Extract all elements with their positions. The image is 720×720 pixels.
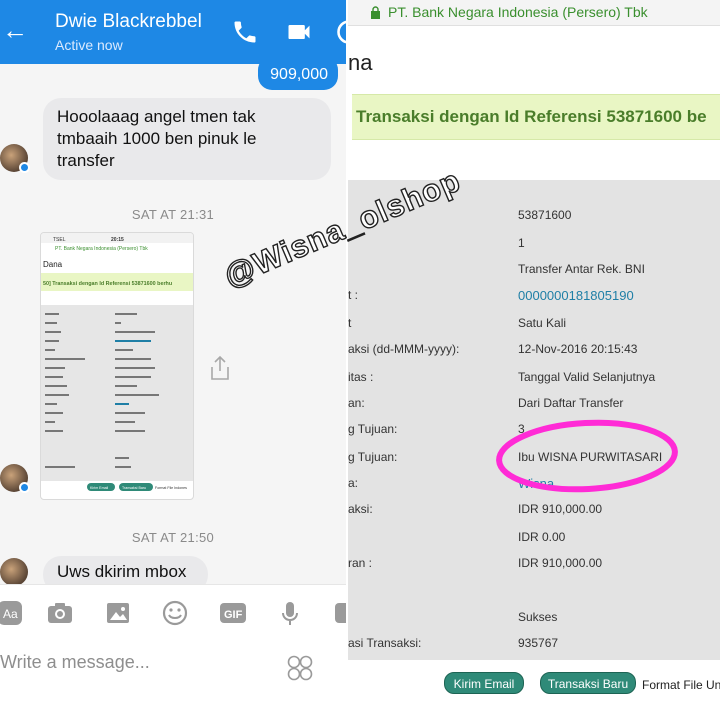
- address-bar[interactable]: PT. Bank Negara Indonesia (Persero) Tbk: [348, 0, 720, 26]
- screenshot-collage: ← Dwie Blackrebbel Active now 909,000 Ho…: [0, 0, 720, 720]
- action-bar: Kirim Email Transaksi Baru Format File U…: [348, 660, 720, 720]
- info-icon[interactable]: [334, 18, 346, 46]
- messenger-badge-icon: [19, 482, 30, 493]
- thumb-band: 50] Transaksi dengan Id Referensi 538716…: [43, 281, 172, 287]
- message-input[interactable]: Write a message...: [0, 652, 150, 673]
- avatar: [0, 558, 28, 584]
- incoming-message[interactable]: Uws dkirim mbox: [43, 556, 208, 584]
- detail-value[interactable]: 0000000181805190: [518, 288, 634, 303]
- active-status: Active now: [55, 37, 123, 53]
- detail-value: 935767: [518, 636, 559, 650]
- detail-value: 1: [518, 236, 525, 250]
- messenger-badge-icon: [19, 162, 30, 173]
- svg-text:Aa: Aa: [3, 607, 18, 621]
- detail-label: asi Transaksi:: [348, 636, 422, 650]
- transaksi-baru-button[interactable]: Transaksi Baru: [540, 672, 636, 694]
- detail-value: Sukses: [518, 610, 558, 624]
- detail-value: Transfer Antar Rek. BNI: [518, 262, 645, 276]
- transaction-title-band: Transaksi dengan Id Referensi 53871600 b…: [352, 94, 720, 140]
- detail-label: ran :: [348, 556, 373, 570]
- detail-label: itas :: [348, 370, 374, 384]
- phone-icon[interactable]: [230, 18, 260, 46]
- transaction-title: Transaksi dengan Id Referensi 53871600 b…: [356, 107, 707, 126]
- svg-text:GIF: GIF: [224, 609, 243, 621]
- detail-label: aksi:: [348, 502, 373, 516]
- contact-name[interactable]: Dwie Blackrebbel: [55, 11, 202, 33]
- detail-label: t: [348, 316, 352, 330]
- timestamp: SAT AT 21:31: [131, 207, 215, 222]
- lock-icon: [371, 6, 380, 19]
- avatar: [0, 464, 30, 493]
- messenger-panel: ← Dwie Blackrebbel Active now 909,000 Ho…: [0, 0, 346, 720]
- page-heading: na: [348, 50, 373, 75]
- timestamp: SAT AT 21:50: [131, 530, 215, 545]
- sticker-icon[interactable]: [286, 655, 314, 681]
- avatar: [0, 144, 30, 173]
- format-file-label: Format File Und: [642, 678, 720, 692]
- thumb-url: PT. Bank Negara Indonesia (Persero) Tbk: [55, 246, 148, 252]
- detail-value: Tanggal Valid Selanjutnya: [518, 370, 656, 384]
- detail-value: Satu Kali: [518, 316, 567, 330]
- chat-header: ← Dwie Blackrebbel Active now: [0, 0, 346, 64]
- gif-icon[interactable]: GIF: [219, 599, 247, 627]
- detail-value: IDR 0.00: [518, 530, 566, 544]
- share-icon[interactable]: [208, 354, 232, 382]
- conversation: 909,000 Hooolaaag angel tmen tak tmbaaih…: [0, 64, 346, 584]
- image-icon[interactable]: [104, 599, 132, 627]
- detail-value: IDR 910,000.00: [518, 502, 603, 516]
- kirim-email-button[interactable]: Kirim Email: [444, 672, 524, 694]
- text-format-icon[interactable]: Aa: [0, 599, 24, 627]
- detail-label: an:: [348, 396, 365, 410]
- thumb-transaksi-baru: Transaksi Baru: [122, 486, 146, 490]
- detail-value: 12-Nov-2016 20:15:43: [518, 342, 638, 356]
- camera-icon[interactable]: [46, 599, 74, 627]
- thumb-format: Format File Indones: [155, 486, 187, 490]
- detail-value: 53871600: [518, 208, 572, 222]
- video-camera-icon[interactable]: [284, 18, 314, 46]
- detail-label: t :: [348, 288, 359, 302]
- detail-label: a:: [348, 476, 359, 490]
- detail-value: Dari Daftar Transfer: [518, 396, 624, 410]
- attachment-thumbnail: TSEL 20:15 PT. Bank Negara Indonesia (Pe…: [41, 233, 193, 491]
- more-icon[interactable]: [330, 599, 346, 627]
- outgoing-message[interactable]: 909,000: [258, 64, 338, 90]
- highlight-circle: [496, 419, 678, 493]
- mic-icon[interactable]: [276, 599, 304, 627]
- thumb-heading: Dana: [43, 260, 63, 269]
- detail-label: g Tujuan:: [348, 422, 398, 436]
- thumb-kirim-email: Kirim Email: [90, 486, 108, 490]
- thumb-carrier: TSEL: [53, 237, 66, 243]
- detail-value: IDR 910,000.00: [518, 556, 603, 570]
- thumb-time: 20:15: [111, 237, 124, 243]
- bank-receipt-panel: PT. Bank Negara Indonesia (Persero) Tbk …: [346, 0, 720, 720]
- detail-label: aksi (dd-MMM-yyyy):: [348, 342, 460, 356]
- back-arrow-icon[interactable]: ←: [2, 16, 28, 44]
- emoji-icon[interactable]: [161, 599, 189, 627]
- detail-label: g Tujuan:: [348, 450, 398, 464]
- incoming-message[interactable]: Hooolaaag angel tmen tak tmbaaih 1000 be…: [43, 98, 331, 180]
- screenshot-attachment[interactable]: TSEL 20:15 PT. Bank Negara Indonesia (Pe…: [40, 232, 194, 500]
- site-url: PT. Bank Negara Indonesia (Persero) Tbk: [388, 4, 648, 20]
